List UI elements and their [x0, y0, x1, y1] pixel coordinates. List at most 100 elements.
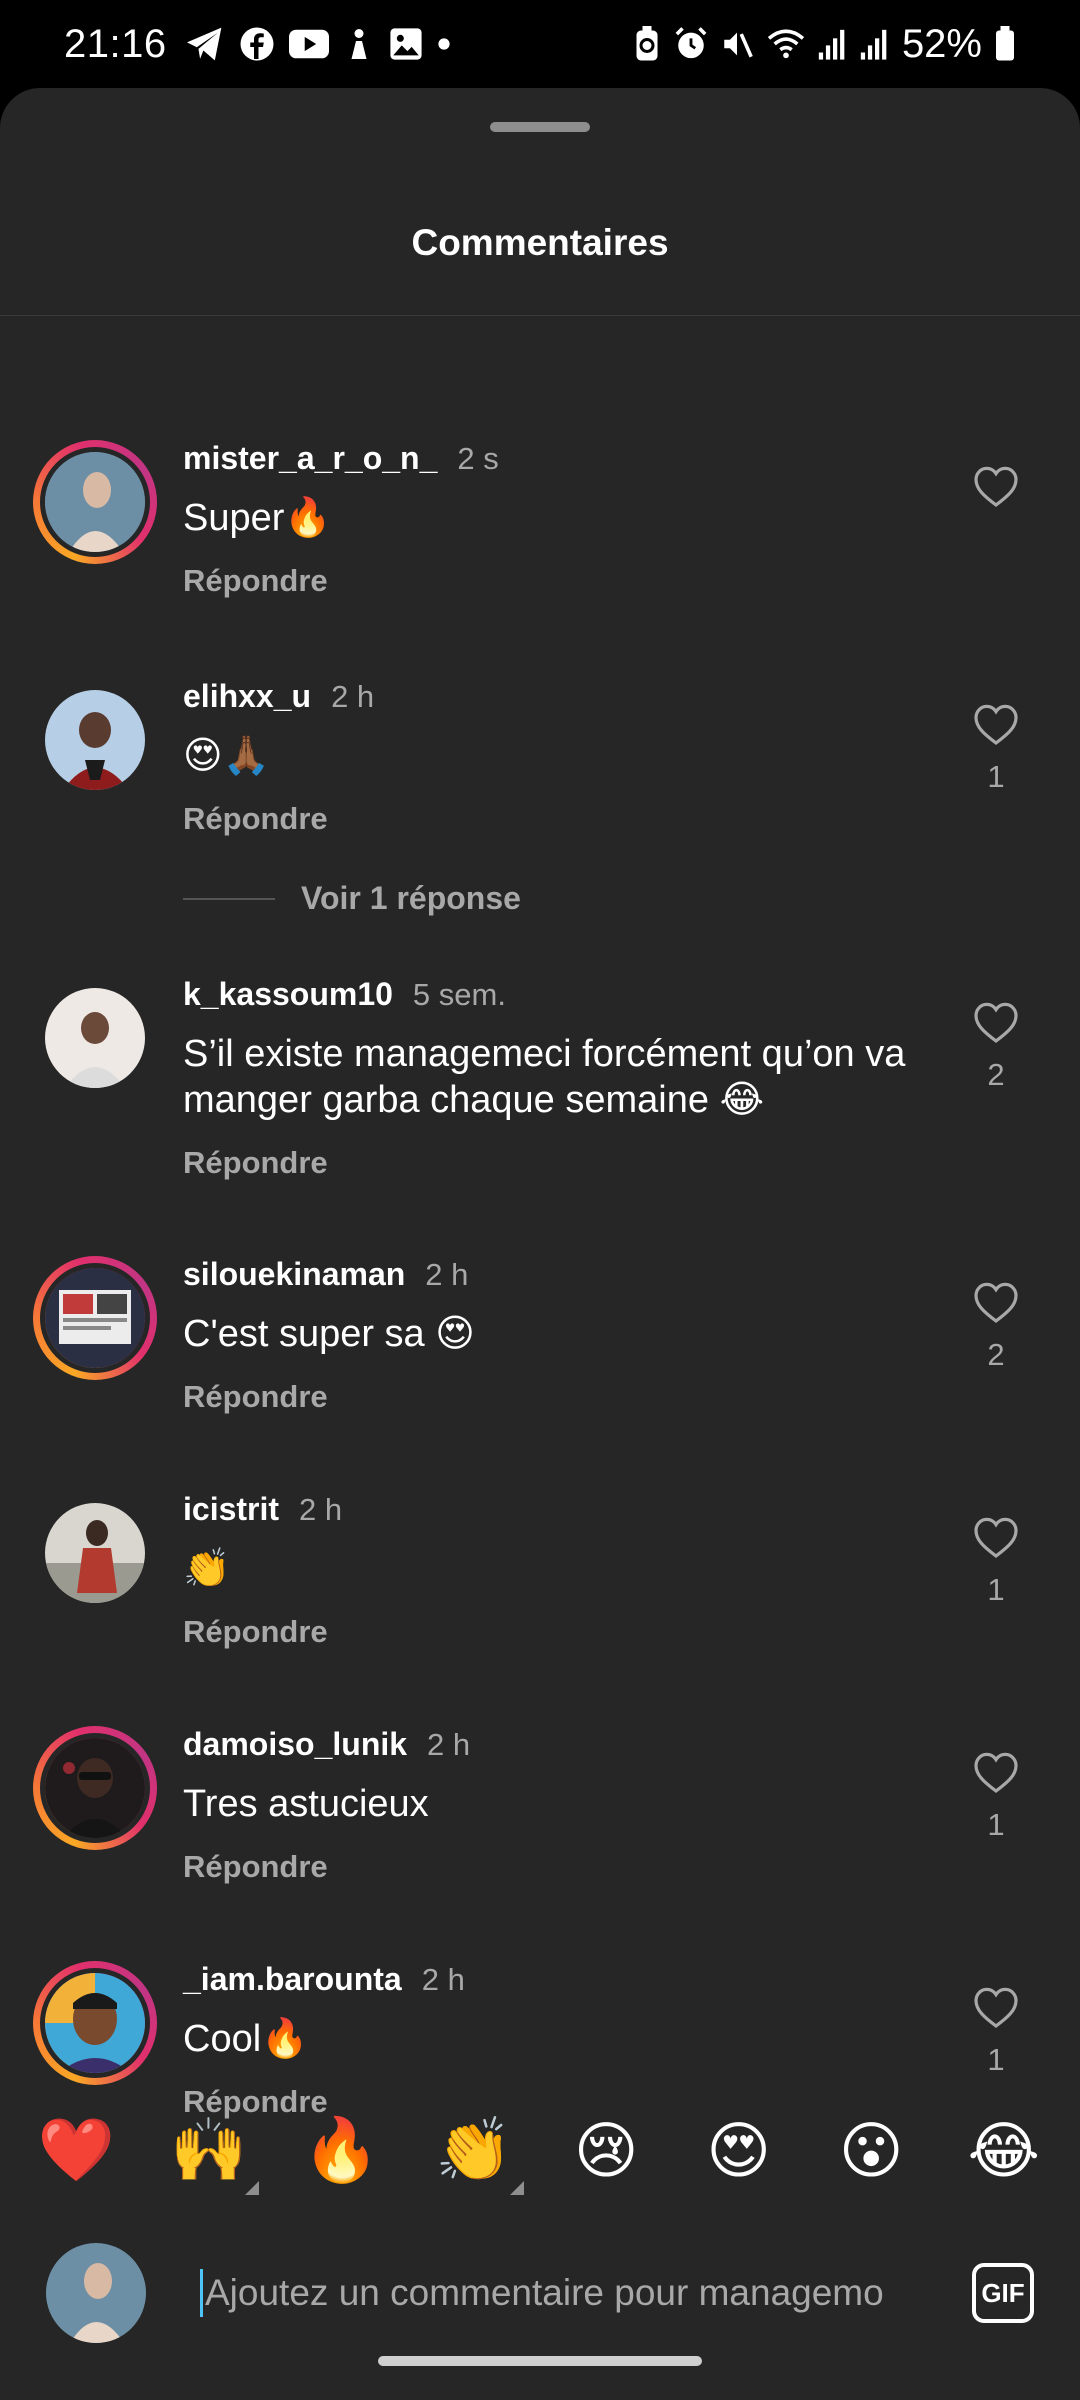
comment-time: 2 h: [331, 679, 375, 714]
comment-input[interactable]: Ajoutez un commentaire pour managemo: [200, 2269, 930, 2317]
avatar[interactable]: [33, 976, 157, 1100]
telegram-icon: [185, 26, 225, 62]
emoji-heart[interactable]: ❤️: [26, 2114, 126, 2187]
comment-username[interactable]: damoiso_lunik: [183, 1726, 407, 1763]
avatar-image: [40, 1263, 150, 1373]
like-control[interactable]: 1: [968, 702, 1024, 795]
like-control[interactable]: [968, 464, 1024, 521]
mute-icon: [720, 27, 754, 61]
avatar-image: [45, 988, 145, 1088]
emoji-heart-eyes[interactable]: 😍: [689, 2114, 789, 2187]
skin-tone-indicator: [509, 2180, 524, 2195]
battery-percent: 52%: [901, 21, 982, 66]
comment-text: 👏: [183, 1548, 231, 1590]
emoji-fire[interactable]: 🔥: [291, 2114, 391, 2187]
like-control[interactable]: 2: [968, 1280, 1024, 1373]
heart-icon[interactable]: [972, 1750, 1020, 1794]
alarm-icon: [674, 27, 708, 61]
reply-button[interactable]: Répondre: [183, 1145, 943, 1181]
like-control[interactable]: 1: [968, 1750, 1024, 1843]
heart-icon[interactable]: [972, 1985, 1020, 2029]
avatar[interactable]: [33, 440, 157, 564]
comment-body: icistrit 2 h 👏 Répondre: [183, 1491, 943, 1650]
view-replies-label[interactable]: Voir 1 réponse: [301, 880, 521, 917]
home-indicator[interactable]: [378, 2356, 702, 2366]
reply-button[interactable]: Répondre: [183, 1379, 943, 1415]
like-count: 1: [987, 1807, 1005, 1842]
like-control[interactable]: 2: [968, 1000, 1024, 1093]
avatar[interactable]: [33, 1961, 157, 2085]
like-count: 1: [987, 759, 1005, 794]
sheet-title: Commentaires: [411, 222, 669, 263]
skin-tone-indicator: [244, 2180, 259, 2195]
heart-icon[interactable]: [972, 1280, 1020, 1324]
comment-body: k_kassoum10 5 sem. S’il existe managemeci…: [183, 976, 943, 1181]
like-count: 1: [987, 2042, 1005, 2077]
heart-icon[interactable]: [972, 464, 1020, 508]
comment-time: 2 s: [457, 441, 499, 476]
comment-username[interactable]: silouekinaman: [183, 1256, 405, 1293]
emoji-surprised[interactable]: 😮: [821, 2114, 921, 2187]
reply-button[interactable]: Répondre: [183, 1614, 943, 1650]
avatar[interactable]: [33, 1256, 157, 1380]
youtube-icon: [288, 29, 329, 59]
avatar-image: [40, 447, 150, 557]
comment-time: 2 h: [425, 1257, 469, 1292]
signal-icon: [860, 27, 890, 61]
text-caret: [200, 2269, 203, 2317]
comment-text: S’il existe managemeci forcément qu’on v…: [183, 1033, 906, 1121]
like-count: 1: [987, 1572, 1005, 1607]
heart-icon[interactable]: [972, 1515, 1020, 1559]
like-control[interactable]: 1: [968, 1515, 1024, 1608]
avatar-image: [45, 1503, 145, 1603]
emoji-raised-hands[interactable]: 🙌: [159, 2114, 259, 2195]
avatar-image: [45, 690, 145, 790]
dot-icon: [437, 37, 451, 51]
clock: 21:16: [64, 21, 167, 66]
comment-username[interactable]: mister_a_r_o_n_: [183, 440, 437, 477]
heart-icon[interactable]: [972, 1000, 1020, 1044]
battery-saver-icon: [632, 26, 662, 62]
emoji-quick-bar: ❤️ 🙌 🔥 👏 😢 😍 😮 😂: [0, 2100, 1080, 2200]
gallery-icon: [389, 27, 423, 61]
comment-text: C'est super sa 😍: [183, 1313, 475, 1355]
reply-button[interactable]: Répondre: [183, 801, 943, 837]
comment-username[interactable]: _iam.barounta: [183, 1961, 402, 1998]
comment-username[interactable]: icistrit: [183, 1491, 279, 1528]
like-count: 2: [987, 1057, 1005, 1092]
wifi-icon: [766, 27, 806, 61]
like-control[interactable]: 1: [968, 1985, 1024, 2078]
avatar-image: [40, 1968, 150, 2078]
reply-button[interactable]: Répondre: [183, 563, 943, 599]
gif-button[interactable]: GIF: [972, 2263, 1034, 2323]
comment-time: 2 h: [427, 1727, 471, 1762]
comment-username[interactable]: k_kassoum10: [183, 976, 393, 1013]
current-user-avatar: [46, 2243, 146, 2343]
emoji-clap[interactable]: 👏: [424, 2114, 524, 2195]
comment-body: elihxx_u 2 h 😍🙏🏾 Répondre: [183, 678, 943, 837]
comment-text: Cool🔥: [183, 2018, 309, 2060]
reply-button[interactable]: Répondre: [183, 1849, 943, 1885]
pinterest-icon: [343, 26, 375, 62]
replies-line: [183, 897, 275, 900]
avatar[interactable]: [33, 1491, 157, 1615]
battery-icon: [994, 26, 1016, 62]
avatar[interactable]: [33, 678, 157, 802]
view-replies-button[interactable]: Voir 1 réponse: [183, 880, 521, 917]
comment-body: damoiso_lunik 2 h Tres astucieux Répondre: [183, 1726, 943, 1885]
divider: [0, 315, 1080, 316]
comment-username[interactable]: elihxx_u: [183, 678, 311, 715]
like-count: 2: [987, 1337, 1005, 1372]
sheet-drag-handle[interactable]: [490, 122, 590, 132]
status-bar: 21:16 52%: [0, 0, 1080, 88]
comment-time: 2 h: [421, 1962, 465, 1997]
comments-sheet: Commentaires mister_a_r_o_n_ 2 s Super🔥 R…: [0, 88, 1080, 2400]
heart-icon[interactable]: [972, 702, 1020, 746]
emoji-laughing[interactable]: 😂: [954, 2114, 1054, 2187]
comment-time: 2 h: [299, 1492, 343, 1527]
comment-input-placeholder: Ajoutez un commentaire pour managemo: [205, 2272, 884, 2313]
avatar[interactable]: [33, 1726, 157, 1850]
emoji-crying[interactable]: 😢: [556, 2114, 656, 2187]
signal-icon: [818, 27, 848, 61]
system-icons: 52%: [632, 22, 1016, 67]
